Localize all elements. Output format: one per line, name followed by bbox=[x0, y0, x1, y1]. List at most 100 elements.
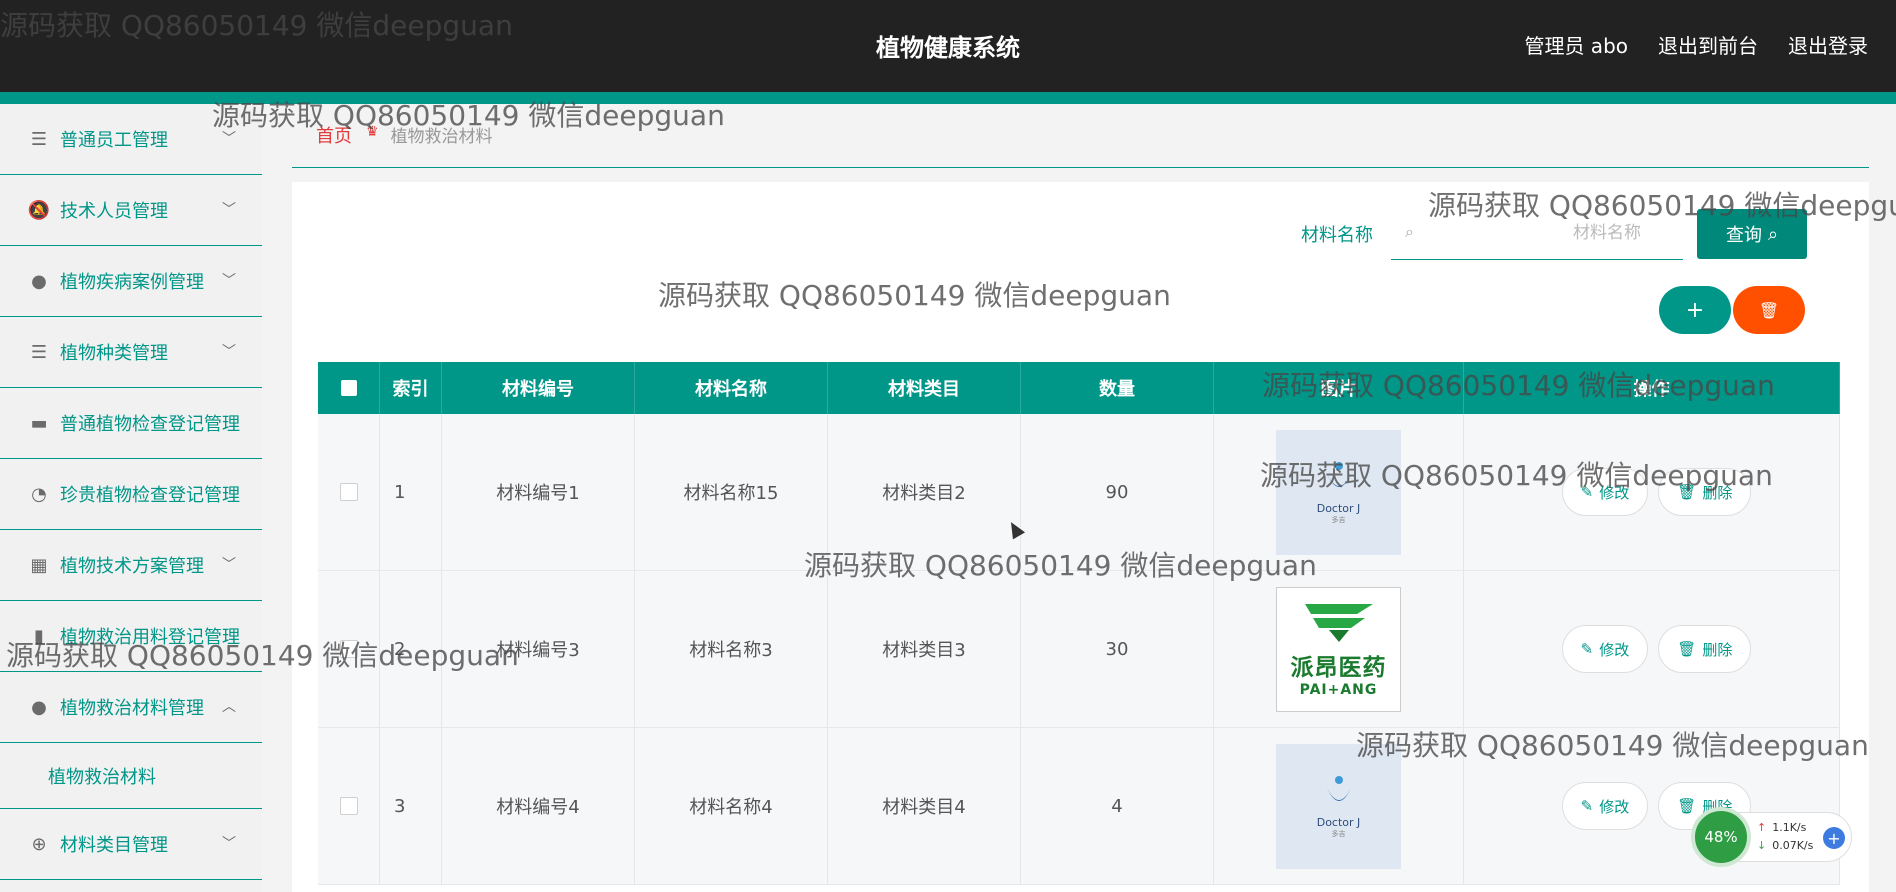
search-icon: ⌕ bbox=[1767, 223, 1779, 245]
col-category: 材料类目 bbox=[828, 362, 1021, 414]
sidebar-item-materials[interactable]: ● 植物救治材料管理 ︿ bbox=[0, 672, 262, 743]
table-row: 1 材料编号1 材料名称15 材料类目2 90 Doctor J 多吉 ✎ 修改… bbox=[318, 414, 1840, 571]
material-image[interactable]: 派昂医药 PAI+ANG bbox=[1276, 586, 1401, 712]
logo-text: 派昂医药 bbox=[1290, 655, 1387, 681]
sidebar-item-technicians[interactable]: 🔕 技术人员管理 ﹀ bbox=[0, 175, 262, 246]
row-checkbox-cell bbox=[318, 414, 380, 570]
col-code: 材料编号 bbox=[442, 362, 635, 414]
cell-name: 材料名称4 bbox=[635, 728, 828, 884]
logo-subtext: PAI+ANG bbox=[1299, 682, 1378, 698]
cell-category: 材料类目3 bbox=[828, 571, 1021, 727]
chevron-down-icon: ﹀ bbox=[222, 202, 236, 218]
search-box: ⌕ bbox=[1391, 208, 1683, 260]
row-checkbox-cell bbox=[318, 571, 380, 727]
chevron-down-icon: ﹀ bbox=[222, 131, 236, 147]
logout-link[interactable]: 退出登录 bbox=[1788, 30, 1868, 59]
materials-table: 索引 材料编号 材料名称 材料类目 数量 图片 操作 1 材料编号1 材料名称1… bbox=[318, 362, 1840, 885]
cell-index: 2 bbox=[380, 571, 442, 727]
search-label: 材料名称 bbox=[1301, 225, 1373, 246]
back-to-frontend-link[interactable]: 退出到前台 bbox=[1658, 30, 1758, 59]
delete-label: 删除 bbox=[1702, 483, 1733, 502]
sidebar-item-plant-species[interactable]: ☰ 植物种类管理 ﹀ bbox=[0, 317, 262, 388]
sidebar-subitem-materials[interactable]: 植物救治材料 bbox=[0, 743, 262, 809]
breadcrumb-home[interactable]: 首页 bbox=[316, 122, 352, 148]
delete-button[interactable]: 🗑 删除 bbox=[1658, 625, 1752, 673]
sidebar-item-label: 植物救治用料登记管理 bbox=[60, 627, 240, 648]
breadcrumb-current: 植物救治材料 bbox=[390, 127, 493, 147]
upload-value: 1.1K/s bbox=[1772, 821, 1807, 834]
breadcrumb: 首页 ♛ 植物救治材料 bbox=[292, 122, 1869, 168]
cell-name: 材料名称15 bbox=[635, 414, 828, 570]
col-image: 图片 bbox=[1214, 362, 1464, 414]
sidebar-item-tech-plans[interactable]: ▦ 植物技术方案管理 ﹀ bbox=[0, 530, 262, 601]
chevron-down-icon: ﹀ bbox=[222, 273, 236, 289]
search-input[interactable] bbox=[1431, 216, 1671, 250]
header-accent-bar bbox=[0, 92, 1896, 104]
chevron-down-icon: ﹀ bbox=[222, 344, 236, 360]
cell-image: Doctor J 多吉 bbox=[1214, 414, 1464, 570]
batch-delete-button[interactable]: 🗑 bbox=[1733, 286, 1805, 334]
cell-quantity: 90 bbox=[1021, 414, 1214, 570]
col-quantity: 数量 bbox=[1021, 362, 1214, 414]
grid-icon: ▦ bbox=[30, 554, 48, 576]
material-image[interactable]: Doctor J 多吉 bbox=[1276, 429, 1401, 555]
sidebar-item-label: 珍贵植物检查登记管理 bbox=[60, 485, 240, 506]
select-all-checkbox-cell bbox=[318, 362, 380, 414]
sidebar-item-rare-check[interactable]: ◔ 珍贵植物检查登记管理 bbox=[0, 459, 262, 530]
logo-subtext: 多吉 bbox=[1331, 515, 1346, 524]
search-icon: ⌕ bbox=[1405, 222, 1414, 241]
sidebar-item-label: 技术人员管理 bbox=[60, 201, 168, 222]
network-speed-widget[interactable]: 48% ↑ 1.1K/s ↓ 0.07K/s + bbox=[1691, 807, 1852, 867]
search-bar: 材料名称 ⌕ 查询 ⌕ bbox=[1301, 208, 1807, 260]
edit-button[interactable]: ✎ 修改 bbox=[1561, 625, 1649, 673]
sidebar-item-material-category[interactable]: ⊕ 材料类目管理 ﹀ bbox=[0, 809, 262, 880]
edit-button[interactable]: ✎ 修改 bbox=[1561, 782, 1649, 830]
list-icon: ☰ bbox=[30, 341, 48, 363]
select-all-checkbox[interactable] bbox=[340, 380, 357, 396]
edit-button[interactable]: ✎ 修改 bbox=[1561, 468, 1649, 516]
sidebar-item-disease-cases[interactable]: ● 植物疾病案例管理 ﹀ bbox=[0, 246, 262, 317]
gauge-icon: ◔ bbox=[31, 483, 47, 505]
edit-label: 修改 bbox=[1599, 797, 1630, 816]
query-button-label: 查询 bbox=[1725, 225, 1762, 246]
sidebar-item-staff[interactable]: ☰ 普通员工管理 ﹀ bbox=[0, 104, 262, 175]
col-actions: 操作 bbox=[1464, 362, 1840, 414]
row-checkbox[interactable] bbox=[339, 797, 358, 815]
sidebar-item-label: 植物救治材料管理 bbox=[60, 698, 204, 719]
col-index: 索引 bbox=[380, 362, 442, 414]
material-image[interactable]: Doctor J 多吉 bbox=[1276, 743, 1401, 869]
logo-text: Doctor J bbox=[1316, 501, 1361, 515]
crown-icon: ♛ bbox=[366, 124, 379, 140]
table-header: 索引 材料编号 材料名称 材料类目 数量 图片 操作 bbox=[318, 362, 1840, 414]
arrow-up-icon: ↑ bbox=[1757, 821, 1767, 834]
query-button[interactable]: 查询 ⌕ bbox=[1697, 209, 1807, 259]
trash-icon: 🗑 bbox=[1677, 483, 1697, 501]
delete-button[interactable]: 🗑 删除 bbox=[1658, 468, 1752, 516]
row-checkbox-cell bbox=[318, 728, 380, 884]
top-header: 植物健康系统 管理员 abo 退出到前台 退出登录 bbox=[0, 0, 1896, 92]
add-button[interactable]: + bbox=[1659, 286, 1731, 334]
col-name: 材料名称 bbox=[635, 362, 828, 414]
sidebar: ☰ 普通员工管理 ﹀ 🔕 技术人员管理 ﹀ ● 植物疾病案例管理 ﹀ ☰ 植物种… bbox=[0, 104, 262, 892]
row-checkbox[interactable] bbox=[339, 640, 358, 658]
bulb-icon: ● bbox=[31, 696, 47, 718]
sidebar-item-label: 植物技术方案管理 bbox=[60, 556, 204, 577]
edit-label: 修改 bbox=[1599, 483, 1630, 502]
plus-icon[interactable]: + bbox=[1823, 827, 1845, 849]
logo-text: Doctor J bbox=[1316, 815, 1361, 829]
sidebar-item-material-usage[interactable]: ▮ 植物救治用料登记管理 bbox=[0, 601, 262, 672]
cell-index: 1 bbox=[380, 414, 442, 570]
sidebar-item-label: 普通植物检查登记管理 bbox=[60, 414, 240, 435]
edit-label: 修改 bbox=[1599, 640, 1630, 659]
cell-index: 3 bbox=[380, 728, 442, 884]
sidebar-item-label: 植物种类管理 bbox=[60, 343, 168, 364]
logo-subtext: 多吉 bbox=[1331, 829, 1346, 838]
row-checkbox[interactable] bbox=[339, 483, 358, 501]
crosshair-icon: ⊕ bbox=[31, 833, 47, 855]
cell-actions: ✎ 修改 🗑 删除 bbox=[1464, 571, 1840, 727]
content-panel: 材料名称 ⌕ 查询 ⌕ + 🗑 索引 材料编号 材料名称 材料类目 数量 图片 … bbox=[292, 182, 1869, 892]
sidebar-item-common-check[interactable]: ▬ 普通植物检查登记管理 bbox=[0, 388, 262, 459]
sidebar-item-label: 普通员工管理 bbox=[60, 130, 168, 151]
cell-quantity: 4 bbox=[1021, 728, 1214, 884]
admin-user-link[interactable]: 管理员 abo bbox=[1524, 30, 1628, 59]
